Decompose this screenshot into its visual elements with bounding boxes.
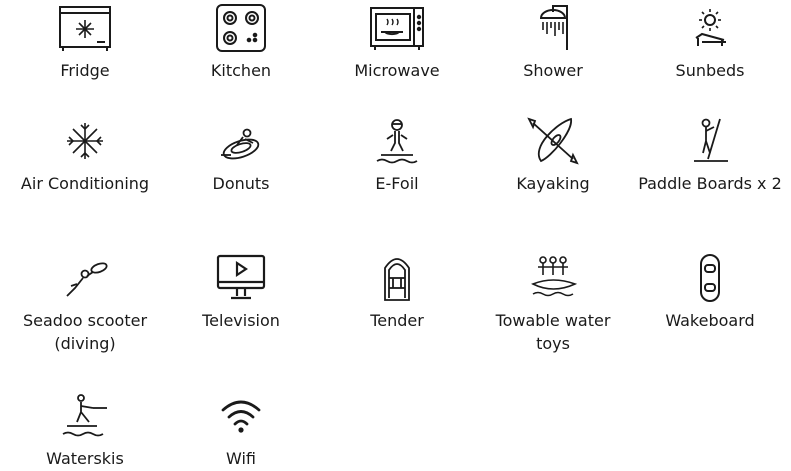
amenity-sunbeds: Sunbeds: [635, 4, 785, 82]
amenity-label: Shower: [523, 61, 583, 80]
amenity-label: Kayaking: [516, 174, 590, 193]
amenity-label: Wakeboard: [665, 311, 755, 330]
amenity-towable-water-toys: Towable water toys: [478, 254, 628, 355]
tender-boat-icon: [365, 254, 429, 302]
amenity-fridge: Fridge: [10, 4, 160, 82]
wifi-icon: [209, 392, 273, 440]
amenity-television: Television: [166, 254, 316, 332]
amenity-label: Television: [202, 311, 280, 330]
amenity-tender: Tender: [322, 254, 472, 332]
amenity-shower: Shower: [478, 4, 628, 82]
amenity-label: Paddle Boards x 2: [638, 174, 782, 193]
amenity-seadoo-scooter: Seadoo scooter (diving): [10, 254, 160, 355]
shower-icon: [521, 4, 585, 52]
kayak-icon: [521, 117, 585, 165]
snowflake-icon: [53, 117, 117, 165]
amenity-label: Donuts: [212, 174, 270, 193]
efoil-rider-icon: [365, 117, 429, 165]
amenity-label: Tender: [370, 311, 424, 330]
amenity-donuts: Donuts: [166, 117, 316, 195]
waterskier-icon: [53, 392, 117, 440]
amenity-label: Sunbeds: [675, 61, 745, 80]
amenity-air-conditioning: Air Conditioning: [10, 117, 160, 195]
amenity-e-foil: E-Foil: [322, 117, 472, 195]
amenities-grid: Fridge Kitchen Microwave Shower Sunbeds …: [0, 0, 791, 471]
wakeboard-icon: [678, 254, 742, 302]
amenity-kayaking: Kayaking: [478, 117, 628, 195]
amenity-kitchen: Kitchen: [166, 4, 316, 82]
sunbed-icon: [678, 4, 742, 52]
amenity-label: Seadoo scooter (diving): [22, 311, 148, 353]
microwave-icon: [365, 4, 429, 52]
amenity-label: Kitchen: [210, 61, 272, 80]
amenity-label: Fridge: [60, 61, 110, 80]
amenity-wakeboard: Wakeboard: [635, 254, 785, 332]
diver-scooter-icon: [53, 254, 117, 302]
towable-riders-icon: [521, 254, 585, 302]
amenity-microwave: Microwave: [322, 4, 472, 82]
cooktop-icon: [209, 4, 273, 52]
paddle-board-icon: [678, 117, 742, 165]
fridge-icon: [53, 4, 117, 52]
amenity-waterskis: Waterskis: [10, 392, 160, 470]
amenity-paddle-boards: Paddle Boards x 2: [635, 117, 785, 195]
amenity-label: Waterskis: [46, 449, 124, 468]
amenity-label: E-Foil: [375, 174, 419, 193]
amenity-label: Microwave: [354, 61, 440, 80]
amenity-label: Wifi: [226, 449, 256, 468]
television-icon: [209, 254, 273, 302]
amenity-label: Towable water toys: [495, 311, 611, 353]
amenity-label: Air Conditioning: [20, 174, 150, 193]
towable-donut-icon: [209, 117, 273, 165]
amenity-wifi: Wifi: [166, 392, 316, 470]
